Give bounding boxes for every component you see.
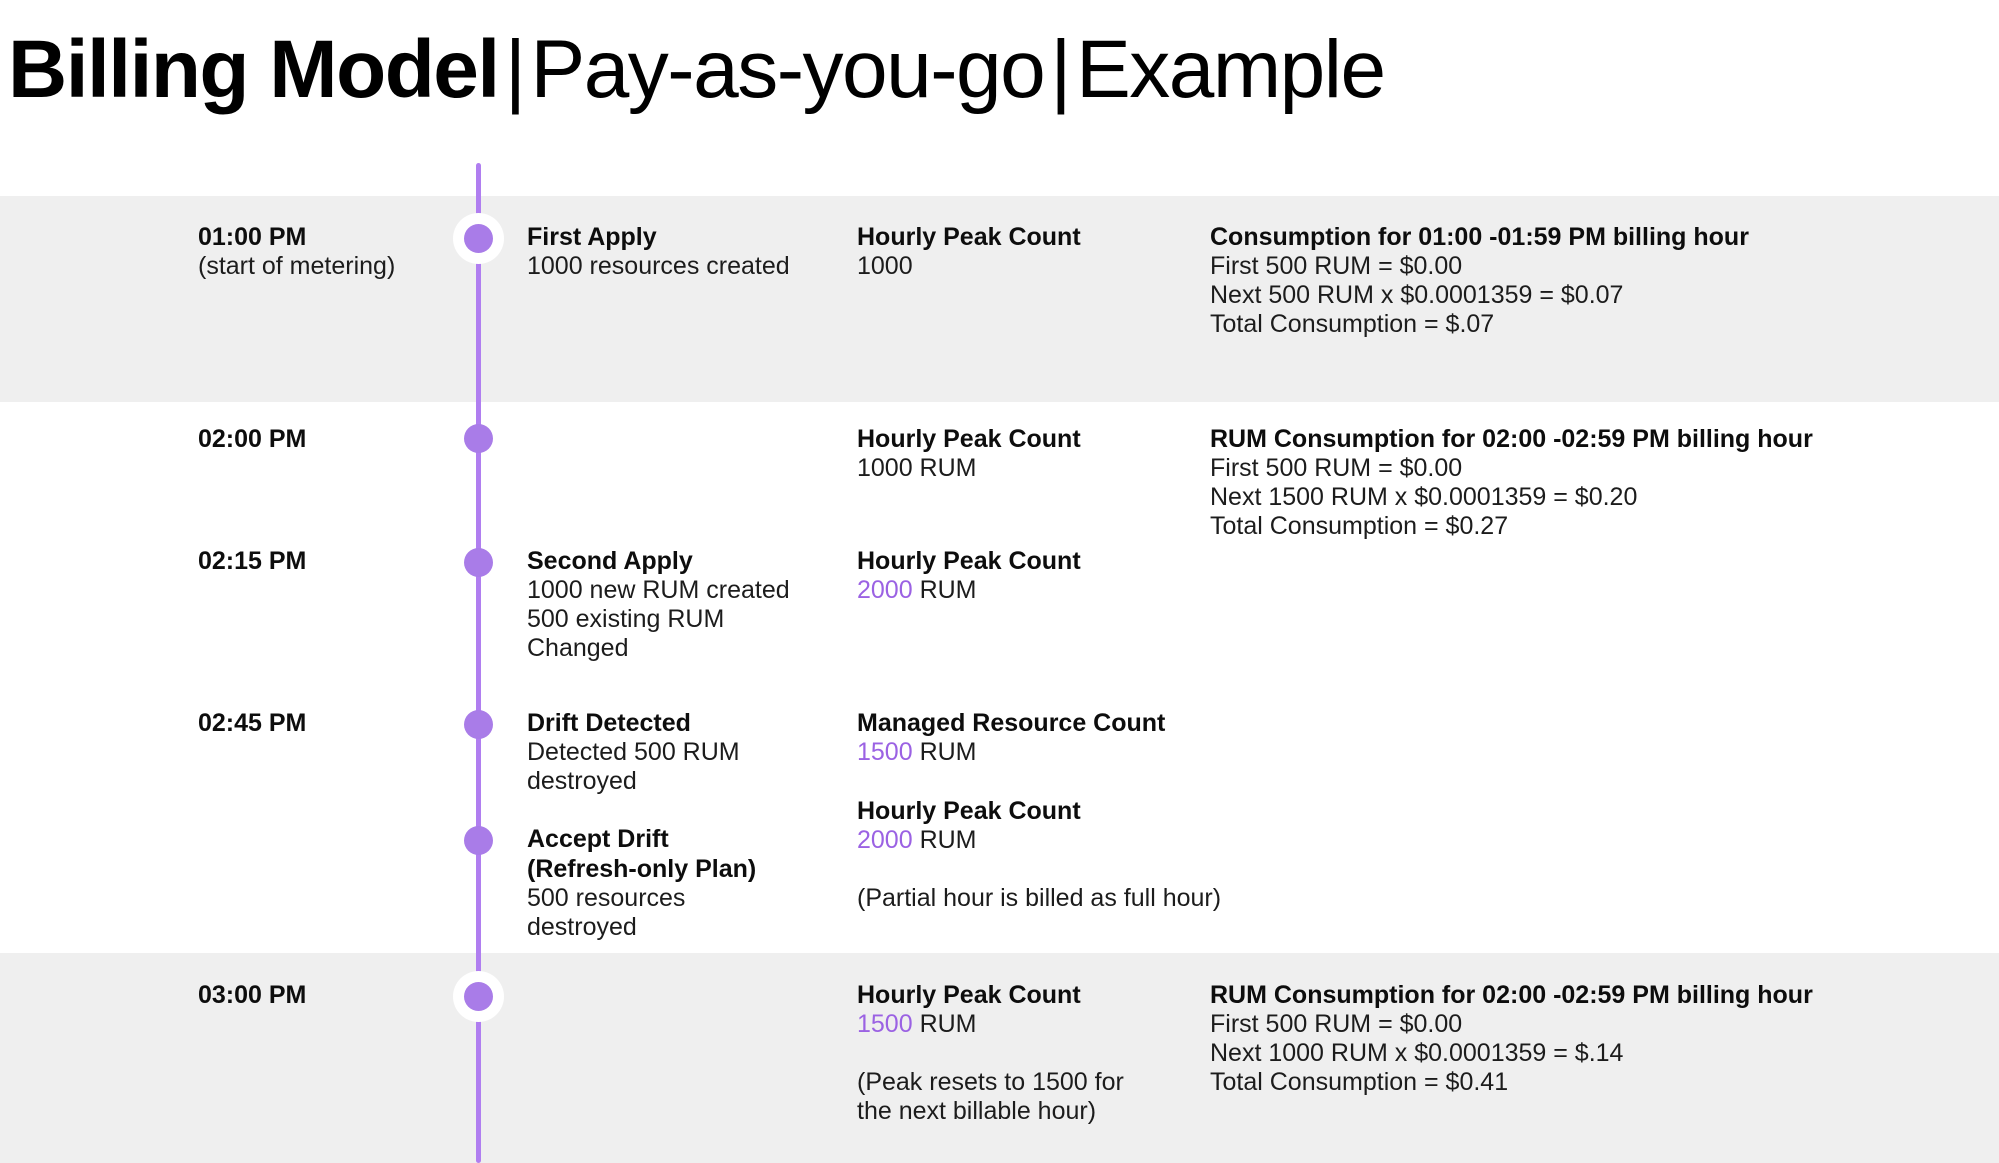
consumption-line: Next 500 RUM x $0.0001359 = $0.07 bbox=[1210, 281, 1624, 309]
activity-line: 1000 resources created bbox=[527, 252, 790, 280]
timeline-row-0100pm-count: Hourly Peak Count 1000 bbox=[857, 222, 1202, 281]
page-title-separator-2: | bbox=[1050, 24, 1071, 115]
activity-title-drift-detected: Drift Detected bbox=[527, 709, 691, 737]
timeline-row-0245pm-activity: Drift Detected Detected 500 RUM destroye… bbox=[527, 708, 827, 796]
consumption-line: First 500 RUM = $0.00 bbox=[1210, 1010, 1463, 1038]
timeline-row-0200pm-count: Hourly Peak Count 1000 RUM bbox=[857, 424, 1202, 483]
activity-line: 500 resources bbox=[527, 884, 686, 912]
count-label-hourly-peak-count: Hourly Peak Count bbox=[857, 797, 1081, 825]
timeline-dot-0200pm bbox=[464, 424, 493, 453]
count-value: 1500 RUM bbox=[857, 738, 1202, 767]
time-label-0300pm: 03:00 PM bbox=[198, 981, 307, 1009]
time-note-0100pm: (start of metering) bbox=[198, 252, 396, 280]
timeline-dot-0300pm bbox=[464, 982, 493, 1011]
consumption-title-0100pm: Consumption for 01:00 -01:59 PM billing … bbox=[1210, 223, 1749, 251]
activity-line: destroyed bbox=[527, 913, 637, 941]
timeline-row-0300pm-consumption: RUM Consumption for 02:00 -02:59 PM bill… bbox=[1210, 980, 1970, 1097]
count-value-highlight: 2000 bbox=[857, 576, 913, 604]
timeline-row-0100pm-time: 01:00 PM (start of metering) bbox=[198, 222, 458, 281]
page-title-example: Example bbox=[1076, 24, 1386, 115]
count-note-peak-reset: (Peak resets to 1500 for bbox=[857, 1068, 1124, 1096]
activity-line: 500 existing RUM bbox=[527, 605, 725, 633]
timeline-row-0100pm-consumption: Consumption for 01:00 -01:59 PM billing … bbox=[1210, 222, 1970, 339]
time-label-0215pm: 02:15 PM bbox=[198, 547, 307, 575]
count-label-hourly-peak-count: Hourly Peak Count bbox=[857, 547, 1081, 575]
timeline-row-0215pm-time: 02:15 PM bbox=[198, 546, 458, 576]
timeline-axis-line bbox=[476, 163, 481, 1163]
consumption-line: Total Consumption = $.07 bbox=[1210, 310, 1495, 338]
count-label-hourly-peak-count: Hourly Peak Count bbox=[857, 223, 1081, 251]
count-value: 1000 bbox=[857, 252, 1202, 281]
count-note-peak-reset: the next billable hour) bbox=[857, 1097, 1097, 1125]
page-title-strong: Billing Model bbox=[8, 24, 500, 115]
consumption-title-0200pm: RUM Consumption for 02:00 -02:59 PM bill… bbox=[1210, 425, 1813, 453]
count-value-rest: 1000 RUM bbox=[857, 454, 977, 482]
timeline-row-0200pm-time: 02:00 PM bbox=[198, 424, 458, 454]
count-value-highlight: 2000 bbox=[857, 826, 913, 854]
consumption-line: Total Consumption = $0.41 bbox=[1210, 1068, 1509, 1096]
count-label-hourly-peak-count: Hourly Peak Count bbox=[857, 981, 1081, 1009]
count-label-hourly-peak-count: Hourly Peak Count bbox=[857, 425, 1081, 453]
count-value-highlight: 1500 bbox=[857, 738, 913, 766]
timeline-row-accept-drift-activity: Accept Drift (Refresh-only Plan) 500 res… bbox=[527, 824, 827, 942]
timeline-row-0245pm-count: Managed Resource Count 1500 RUM Hourly P… bbox=[857, 708, 1222, 913]
timeline-row-0245pm-time: 02:45 PM bbox=[198, 708, 458, 738]
count-value-rest: RUM bbox=[912, 576, 977, 604]
time-label-0200pm: 02:00 PM bbox=[198, 425, 307, 453]
time-label-0245pm: 02:45 PM bbox=[198, 709, 307, 737]
activity-title-accept-drift: Accept Drift bbox=[527, 825, 669, 853]
timeline-dot-0215pm bbox=[464, 548, 493, 577]
consumption-line: Next 1500 RUM x $0.0001359 = $0.20 bbox=[1210, 483, 1638, 511]
consumption-title-0300pm: RUM Consumption for 02:00 -02:59 PM bill… bbox=[1210, 981, 1813, 1009]
count-label-managed-resource-count: Managed Resource Count bbox=[857, 709, 1166, 737]
count-value-highlight: 1500 bbox=[857, 1010, 913, 1038]
timeline-row-0300pm-count: Hourly Peak Count 1500 RUM (Peak resets … bbox=[857, 980, 1202, 1126]
count-value-rest: RUM bbox=[912, 738, 977, 766]
activity-line: 1000 new RUM created bbox=[527, 576, 790, 604]
count-value-rest: RUM bbox=[912, 1010, 977, 1038]
consumption-line: First 500 RUM = $0.00 bbox=[1210, 454, 1463, 482]
timeline-row-0300pm-time: 03:00 PM bbox=[198, 980, 458, 1010]
activity-title-first-apply: First Apply bbox=[527, 223, 657, 251]
timeline-row-0200pm-consumption: RUM Consumption for 02:00 -02:59 PM bill… bbox=[1210, 424, 1970, 541]
timeline-row-0215pm-count: Hourly Peak Count 2000 RUM bbox=[857, 546, 1202, 605]
count-value-rest: 1000 bbox=[857, 252, 913, 280]
timeline-dot-0100pm bbox=[464, 224, 493, 253]
consumption-line: Next 1000 RUM x $0.0001359 = $.14 bbox=[1210, 1039, 1624, 1067]
page-title-separator-1: | bbox=[504, 24, 526, 115]
count-value: 2000 RUM bbox=[857, 826, 1202, 855]
consumption-line: Total Consumption = $0.27 bbox=[1210, 512, 1509, 540]
time-label-0100pm: 01:00 PM bbox=[198, 223, 307, 251]
activity-line: Detected 500 RUM bbox=[527, 738, 740, 766]
activity-line: destroyed bbox=[527, 767, 637, 795]
activity-title-second-apply: Second Apply bbox=[527, 547, 693, 575]
timeline-dot-0245pm bbox=[464, 710, 493, 739]
activity-title-refresh-only-plan: (Refresh-only Plan) bbox=[527, 855, 757, 883]
count-value-rest: RUM bbox=[912, 826, 977, 854]
page-title-pay-as-you-go: Pay-as-you-go bbox=[530, 24, 1046, 115]
page-title: Billing Model | Pay-as-you-go | Example bbox=[8, 10, 1908, 130]
count-value: 1000 RUM bbox=[857, 454, 1202, 483]
count-value: 2000 RUM bbox=[857, 576, 1202, 605]
activity-line: Changed bbox=[527, 634, 629, 662]
timeline-row-0215pm-activity: Second Apply 1000 new RUM created 500 ex… bbox=[527, 546, 827, 663]
timeline-dot-accept-drift bbox=[464, 826, 493, 855]
timeline-row-0100pm-activity: First Apply 1000 resources created bbox=[527, 222, 827, 281]
count-value: 1500 RUM bbox=[857, 1010, 1202, 1039]
count-note-partial-hour: (Partial hour is billed as full hour) bbox=[857, 884, 1222, 912]
consumption-line: First 500 RUM = $0.00 bbox=[1210, 252, 1463, 280]
